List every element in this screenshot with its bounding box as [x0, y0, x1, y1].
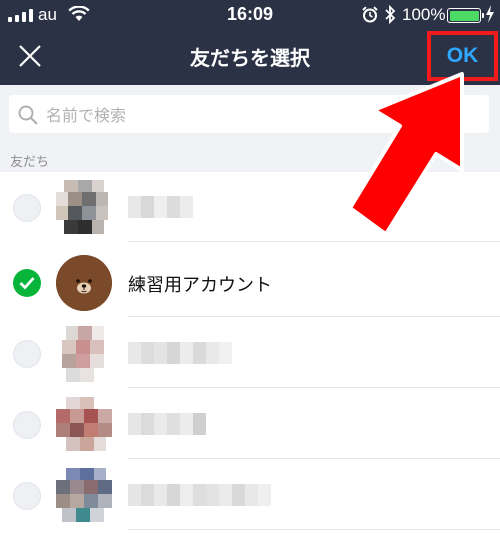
ok-highlight-box: OK: [427, 31, 498, 81]
avatar: [56, 326, 112, 382]
friend-row[interactable]: 練習用アカウント: [0, 247, 500, 317]
avatar: [56, 468, 112, 524]
row-divider: [128, 316, 500, 317]
select-radio[interactable]: [13, 411, 41, 439]
status-bar: au 16:09 100%: [0, 0, 500, 30]
friend-name-blurred: [128, 484, 271, 506]
alarm-icon: [362, 6, 378, 23]
friend-row[interactable]: [0, 389, 500, 459]
select-radio[interactable]: [13, 482, 41, 510]
ok-button[interactable]: OK: [431, 35, 494, 77]
friend-row[interactable]: [0, 318, 500, 388]
section-header: [0, 147, 500, 172]
top-bar: au 16:09 100% 友だちを選択 OK: [0, 0, 500, 85]
battery-percent: 100%: [402, 5, 446, 24]
row-divider: [128, 387, 500, 388]
bluetooth-icon: [385, 5, 396, 24]
section-label: 友だち: [10, 155, 50, 170]
friend-name-blurred: [128, 413, 206, 435]
page-title: 友だちを選択: [190, 46, 310, 70]
avatar: [56, 397, 112, 453]
checkmark-icon: [19, 277, 35, 290]
search-icon: [18, 105, 38, 125]
friend-name-blurred: [128, 196, 193, 218]
row-divider: [128, 241, 500, 242]
friend-row[interactable]: [0, 460, 500, 530]
avatar: [56, 180, 112, 236]
select-radio[interactable]: [13, 340, 41, 368]
row-divider: [128, 529, 500, 530]
friend-name: 練習用アカウント: [128, 275, 272, 296]
friend-name-blurred: [128, 342, 232, 364]
avatar: [56, 255, 112, 311]
select-radio[interactable]: [13, 194, 41, 222]
select-radio-checked[interactable]: [13, 269, 41, 297]
row-divider: [128, 458, 500, 459]
charging-icon: [486, 5, 494, 23]
search-input[interactable]: [46, 104, 466, 126]
friend-row[interactable]: [0, 172, 500, 242]
bear-face-icon: [56, 255, 112, 311]
battery-icon: [447, 8, 484, 23]
